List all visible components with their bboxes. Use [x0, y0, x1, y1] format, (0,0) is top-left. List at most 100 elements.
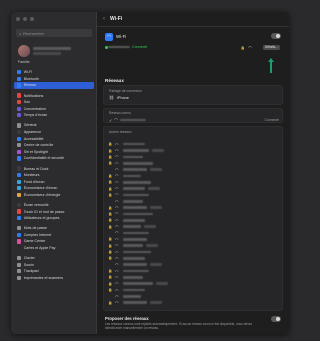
search-input[interactable]: ⌕ Rechercher — [16, 29, 92, 37]
sidebar-item[interactable]: Mots de passe — [14, 225, 94, 232]
sidebar-item[interactable]: Notifications — [14, 92, 94, 99]
wifi-signal-icon: ◠ — [248, 45, 252, 50]
lock-icon: 🔒 — [108, 211, 113, 216]
sidebar-item[interactable]: Temps d'écran — [14, 112, 94, 119]
other-networks-group: Autres réseaux 🔒 ◠ 🔒 ◠ 🔒 ◠ 🔒 ◠ ◠ 🔒 ◠ 🔒 ◠ 🔒 ◠ 🔒 ◠ ◠ 🔒 ◠ 🔒 ◠ 🔒 ◠ 🔒… — [103, 126, 283, 311]
wallet-icon — [17, 245, 22, 251]
wifi-toggle[interactable] — [271, 33, 281, 39]
close-window-button[interactable] — [16, 17, 20, 21]
details-button[interactable]: Détails... — [263, 44, 280, 50]
sidebar-item-label: Son — [23, 100, 31, 105]
sidebar-item[interactable]: Confidentialité et sécurité — [14, 155, 94, 162]
network-row[interactable]: 🔒 ◠ — [108, 300, 280, 306]
sidebar-item[interactable]: Game Center — [14, 238, 94, 245]
sidebar-item-label: Comptes Internet — [23, 232, 52, 237]
lock-icon: 🔒 — [108, 250, 113, 255]
sidebar-item-label: Moniteurs — [23, 173, 40, 178]
wifi-signal-icon: ◠ — [115, 141, 119, 147]
key-icon — [17, 226, 22, 231]
sidebar-item[interactable]: Économiseur d'énergie — [14, 192, 94, 199]
connection-status: Connecté — [132, 45, 148, 49]
sidebar-item[interactable]: Clavier — [14, 255, 94, 262]
sidebar-item[interactable]: Souris — [14, 261, 94, 268]
moon-icon — [17, 106, 22, 111]
sidebar-item-label: Imprimantes et scanners — [23, 275, 64, 280]
hand-icon — [17, 156, 22, 161]
sidebar-item[interactable]: Cartes et Apple Pay — [14, 245, 94, 252]
network-name-redacted — [123, 269, 149, 273]
sidebar-item[interactable]: Concentration — [14, 105, 94, 112]
chevron-left-icon[interactable]: ‹ — [103, 16, 105, 22]
lock-icon: 🔒 — [108, 256, 113, 261]
network-suffix-redacted — [152, 149, 164, 152]
search-icon: ⌕ — [19, 30, 22, 36]
sidebar-item[interactable]: Écran verrouillé — [14, 202, 94, 209]
sidebar-item-label: Cartes et Apple Pay — [23, 246, 56, 251]
sidebar-item-label: Accessibilité — [23, 136, 44, 141]
wifi-header: ◠ Wi-Fi Connecté 🔒 ◠ Détails... — [103, 31, 283, 53]
sidebar-item[interactable]: Moniteurs — [14, 172, 94, 179]
sidebar-item[interactable]: Général — [14, 122, 94, 129]
lock-icon: 🔒 — [108, 269, 113, 274]
network-suffix-redacted — [148, 187, 160, 190]
lock-icon: 🔒 — [108, 154, 113, 159]
sidebar-item[interactable]: Touch ID et mot de passe — [14, 208, 94, 215]
sidebar-item[interactable]: Comptes Internet — [14, 232, 94, 239]
minimize-window-button[interactable] — [23, 17, 27, 21]
sidebar-item[interactable]: Apparence — [14, 129, 94, 136]
users-icon — [17, 216, 22, 221]
sidebar-item[interactable]: Imprimantes et scanners — [14, 275, 94, 282]
link-icon: ⛓ — [109, 95, 115, 100]
sidebar-item-label: Souris — [23, 262, 34, 267]
sidebar-item[interactable]: Son — [14, 99, 94, 106]
account-subtitle-redacted — [33, 52, 61, 55]
sidebar-item[interactable]: Wi-Fi — [14, 69, 94, 76]
sidebar-item[interactable]: Accessibilité — [14, 135, 94, 142]
sidebar-item-label: Réseau — [23, 83, 37, 88]
wifi-signal-icon: ◠ — [115, 230, 119, 236]
network-name-redacted — [123, 161, 153, 165]
gear-icon — [17, 123, 22, 128]
sidebar-item-label: Clavier — [23, 256, 35, 261]
sidebar-item-label: Économiseur d'écran — [23, 186, 58, 191]
sidebar-item[interactable]: Réseau — [14, 82, 94, 89]
wifi-signal-icon: ◠ — [115, 198, 119, 204]
lock-icon: 🔒 — [108, 173, 113, 178]
speaker-icon — [17, 100, 22, 105]
sidebar-item[interactable]: Bureau et Dock — [14, 165, 94, 172]
network-name-redacted — [123, 288, 145, 292]
hotspot-row[interactable]: ⛓ iPhone — [109, 95, 129, 100]
family-label: Famille — [18, 60, 30, 64]
lock-icon: 🔒 — [108, 142, 113, 147]
bell-icon — [17, 93, 22, 98]
sidebar-item[interactable]: Fond d'écran — [14, 178, 94, 185]
network-name-redacted — [123, 276, 143, 279]
sidebar-item-label: Game Center — [23, 239, 46, 244]
zoom-window-button[interactable] — [30, 17, 34, 21]
network-name-redacted — [123, 295, 141, 298]
network-name-redacted — [120, 118, 146, 122]
network-name-redacted — [123, 180, 151, 184]
network-name-redacted — [123, 155, 143, 159]
known-network-row[interactable]: ✓ ◠ Connecté — [109, 117, 279, 123]
ask-to-join-toggle[interactable] — [271, 316, 281, 322]
apple-account[interactable]: Famille — [16, 42, 92, 66]
sidebar-item[interactable]: Économiseur d'écran — [14, 185, 94, 192]
avatar — [18, 45, 30, 57]
sidebar-item[interactable]: Trackpad — [14, 268, 94, 275]
sidebar-item[interactable]: Bluetooth — [14, 76, 94, 83]
wifi-signal-icon: ◠ — [115, 281, 119, 287]
sidebar-item[interactable]: Utilisateurs et groupes — [14, 215, 94, 222]
network-icon — [17, 83, 22, 88]
window-controls — [16, 17, 34, 21]
network-suffix-redacted — [150, 301, 162, 305]
sidebar-item[interactable]: Centre de contrôle — [14, 142, 94, 149]
sidebar-item[interactable]: Siri et Spotlight — [14, 149, 94, 156]
wifi-signal-icon: ◠ — [115, 186, 119, 192]
known-network-group: Réseau connu ✓ ◠ Connecté — [103, 108, 283, 123]
wifi-icon: ◠ — [105, 33, 113, 41]
screensaver-icon — [17, 186, 22, 191]
lock-icon: 🔒 — [108, 148, 113, 153]
at-icon — [17, 232, 22, 237]
known-status: Connecté — [264, 118, 279, 122]
